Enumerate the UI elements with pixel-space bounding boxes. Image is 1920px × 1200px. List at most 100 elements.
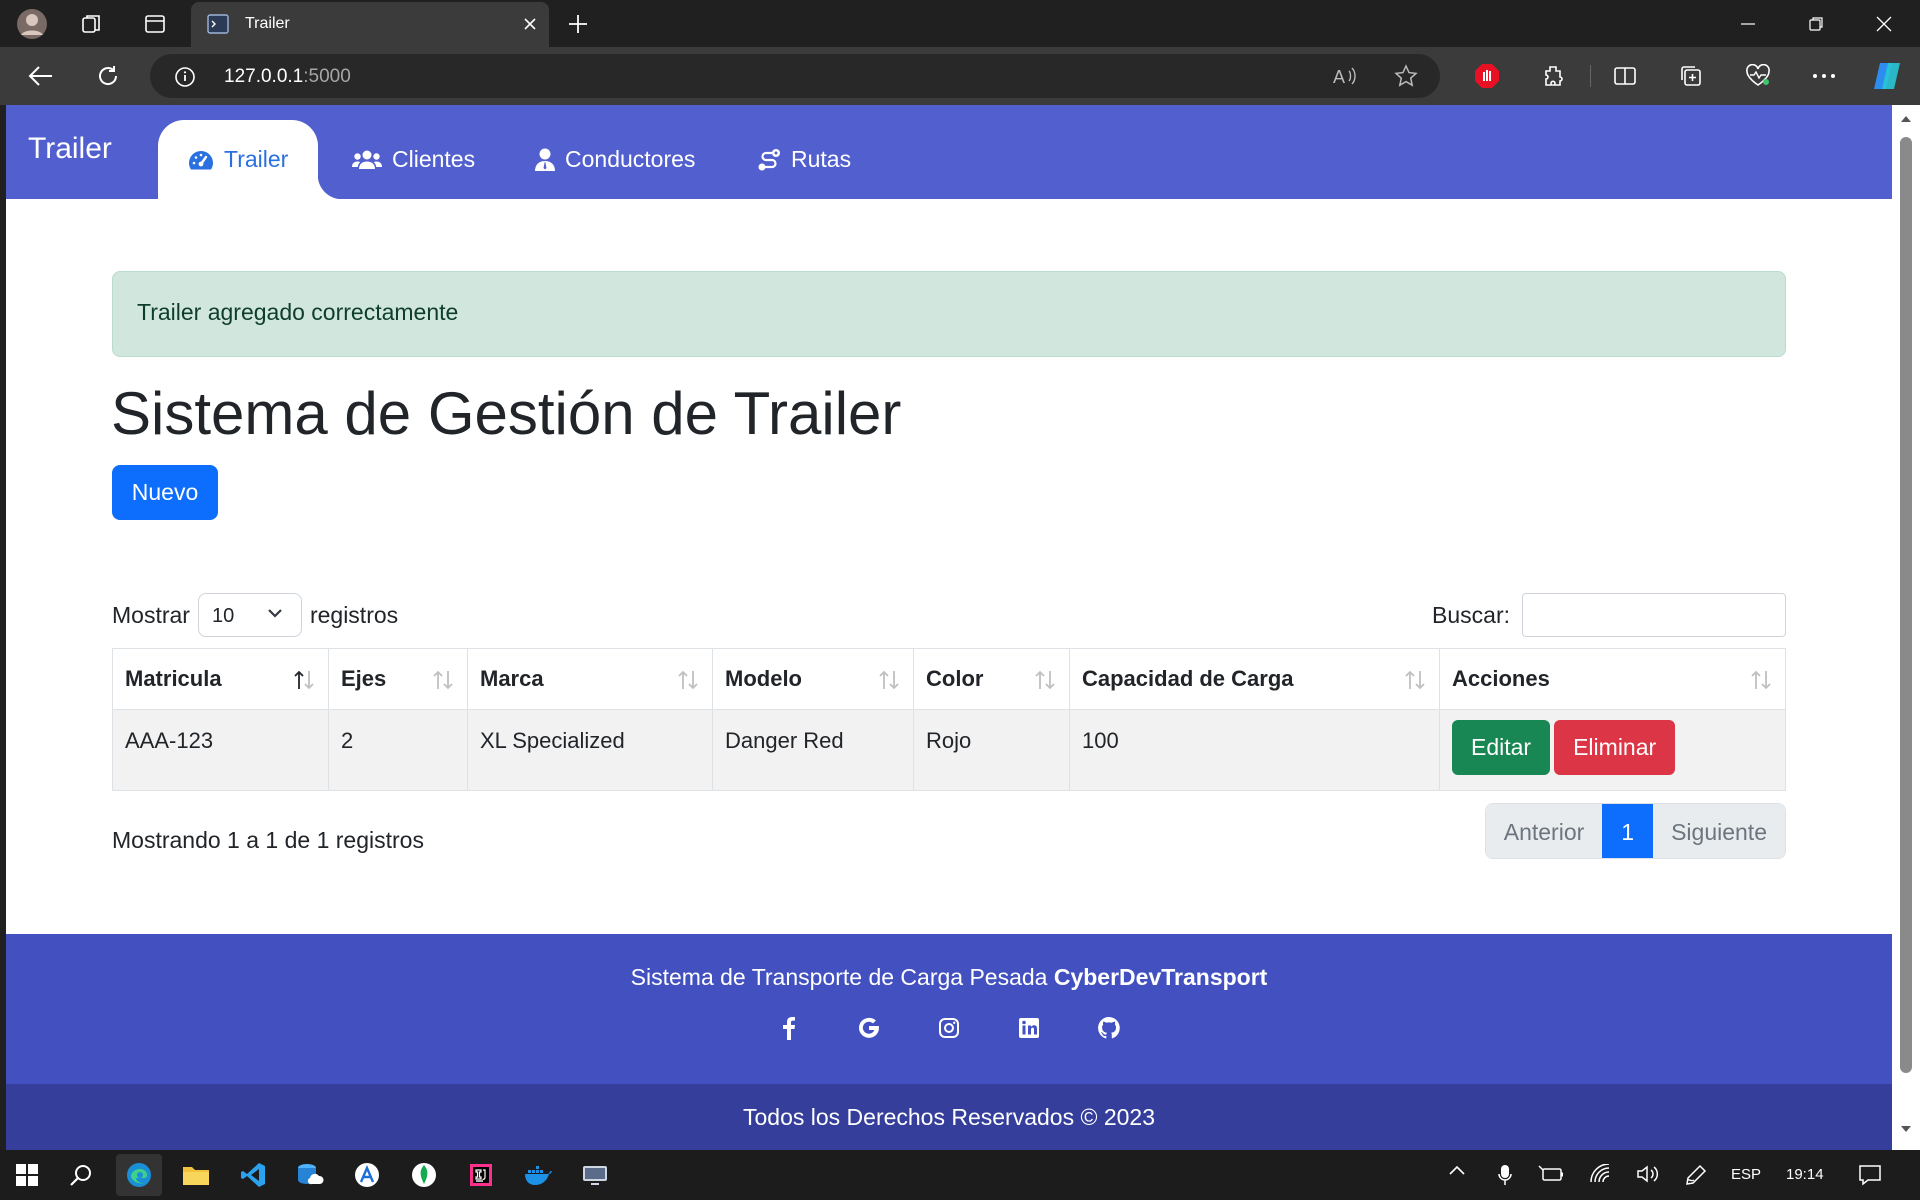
tray-microphone[interactable] (1498, 1164, 1512, 1186)
start-button[interactable] (4, 1154, 50, 1196)
taskbar-file-explorer[interactable] (173, 1154, 219, 1196)
tray-network[interactable] (1590, 1164, 1612, 1184)
plus-icon (569, 15, 587, 33)
minimize-button[interactable] (1714, 0, 1782, 47)
user-tie-icon (535, 148, 555, 171)
cell-color: Rojo (913, 709, 1070, 791)
read-aloud-icon[interactable]: A (1332, 65, 1358, 87)
google-link[interactable] (857, 1014, 881, 1042)
minimize-icon (1741, 22, 1755, 25)
back-button[interactable] (20, 55, 62, 97)
column-header-ejes[interactable]: Ejes (328, 648, 468, 710)
tab-actions-button[interactable] (135, 7, 175, 41)
tab-close-icon[interactable] (521, 15, 539, 33)
new-trailer-button[interactable]: Nuevo (112, 465, 218, 520)
adblock-extension-button[interactable] (1466, 55, 1508, 97)
nav-item-rutas[interactable]: Rutas (757, 120, 851, 199)
tray-clock[interactable]: 19:14 (1786, 1166, 1824, 1183)
next-page-button[interactable]: Siguiente (1653, 804, 1785, 858)
more-dots-icon (1813, 74, 1835, 78)
url-text: 127.0.0.1:5000 (224, 66, 351, 88)
page-title: Sistema de Gestión de Trailer (111, 380, 902, 447)
favorite-star-icon[interactable] (1394, 64, 1418, 88)
prev-page-button[interactable]: Anterior (1485, 804, 1603, 858)
folder-icon (183, 1167, 209, 1185)
volume-icon (1637, 1165, 1659, 1183)
tray-language[interactable]: ESP (1731, 1166, 1761, 1183)
edit-button[interactable]: Editar (1452, 720, 1551, 775)
column-label: Matricula (125, 666, 222, 691)
address-bar[interactable]: 127.0.0.1:5000 A (150, 54, 1440, 98)
workspaces-button[interactable] (72, 7, 112, 41)
tray-pen[interactable] (1685, 1164, 1707, 1186)
page-scrollbar[interactable] (1892, 105, 1920, 1150)
tray-battery[interactable] (1538, 1164, 1564, 1184)
split-screen-button[interactable] (1604, 55, 1646, 97)
scroll-up-icon[interactable] (1900, 115, 1912, 123)
github-link[interactable] (1097, 1014, 1121, 1042)
scrollbar-thumb[interactable] (1900, 137, 1912, 1073)
column-header-acciones[interactable]: Acciones (1439, 648, 1786, 710)
browser-essentials-button[interactable] (1737, 55, 1779, 97)
collections-button[interactable] (1670, 55, 1712, 97)
taskbar-app-a[interactable] (344, 1154, 390, 1196)
arrow-left-icon (28, 66, 52, 86)
nav-item-conductores[interactable]: Conductores (535, 120, 695, 199)
tray-overflow-chevron[interactable] (1448, 1164, 1466, 1176)
nav-item-trailer[interactable]: Trailer (158, 120, 343, 199)
restore-button[interactable] (1782, 0, 1850, 47)
tab-actions-icon (145, 15, 165, 33)
collections-icon (1681, 66, 1701, 86)
cell-matricula: AAA-123 (112, 709, 329, 791)
page-button-current[interactable]: 1 (1602, 804, 1654, 858)
tray-volume[interactable] (1636, 1164, 1660, 1184)
column-header-capacidad[interactable]: Capacidad de Carga (1069, 648, 1440, 710)
scroll-down-icon[interactable] (1900, 1125, 1912, 1133)
taskbar-docker[interactable] (515, 1154, 561, 1196)
sort-icon (678, 670, 698, 690)
taskbar-remote-app[interactable] (572, 1154, 618, 1196)
sort-icon (879, 670, 899, 690)
column-header-modelo[interactable]: Modelo (712, 648, 914, 710)
table-row: AAA-123 2 XL Specialized Danger Red Rojo… (112, 709, 1786, 791)
pen-icon (1686, 1164, 1707, 1185)
page-length-value: 10 (211, 605, 235, 627)
delete-button[interactable]: Eliminar (1554, 720, 1676, 775)
column-header-color[interactable]: Color (913, 648, 1070, 710)
new-tab-button[interactable] (558, 7, 598, 41)
column-header-matricula[interactable]: Matricula (112, 648, 329, 710)
page-length-select[interactable]: 10 (197, 593, 302, 637)
taskbar-mongodb-compass[interactable] (401, 1154, 447, 1196)
info-icon[interactable] (174, 66, 196, 88)
facebook-link[interactable] (777, 1014, 801, 1042)
extensions-button[interactable] (1532, 55, 1574, 97)
browser-title-bar: Trailer (0, 0, 1920, 47)
search-input[interactable] (1522, 593, 1786, 637)
taskbar-vscode[interactable] (230, 1154, 276, 1196)
copilot-button[interactable] (1866, 55, 1908, 97)
page-length-control: Mostrar 10 registros (112, 593, 398, 637)
navbar-brand[interactable]: Trailer (28, 132, 112, 166)
column-label: Color (926, 666, 984, 691)
search-button[interactable] (58, 1154, 104, 1196)
sort-icon (1751, 670, 1771, 690)
column-header-marca[interactable]: Marca (467, 648, 713, 710)
tray-notifications[interactable] (1858, 1164, 1882, 1186)
instagram-link[interactable] (937, 1014, 961, 1042)
linkedin-link[interactable] (1017, 1014, 1041, 1042)
footer-brand: CyberDevTransport (1053, 964, 1268, 990)
nav-label-trailer: Trailer (224, 146, 289, 172)
remote-desktop-icon (583, 1166, 607, 1185)
puzzle-icon (1545, 66, 1563, 86)
profile-avatar[interactable] (12, 7, 52, 41)
settings-more-button[interactable] (1803, 55, 1845, 97)
close-window-button[interactable] (1850, 0, 1918, 47)
route-icon (758, 148, 780, 170)
nav-item-clientes[interactable]: Clientes (352, 120, 475, 199)
taskbar-azure-data-studio[interactable] (287, 1154, 333, 1196)
browser-tab[interactable]: Trailer (191, 2, 549, 47)
reload-button[interactable] (87, 55, 129, 97)
taskbar-edge[interactable] (116, 1154, 162, 1196)
taskbar-intellij[interactable] (458, 1154, 504, 1196)
tab-title: Trailer (245, 15, 290, 32)
